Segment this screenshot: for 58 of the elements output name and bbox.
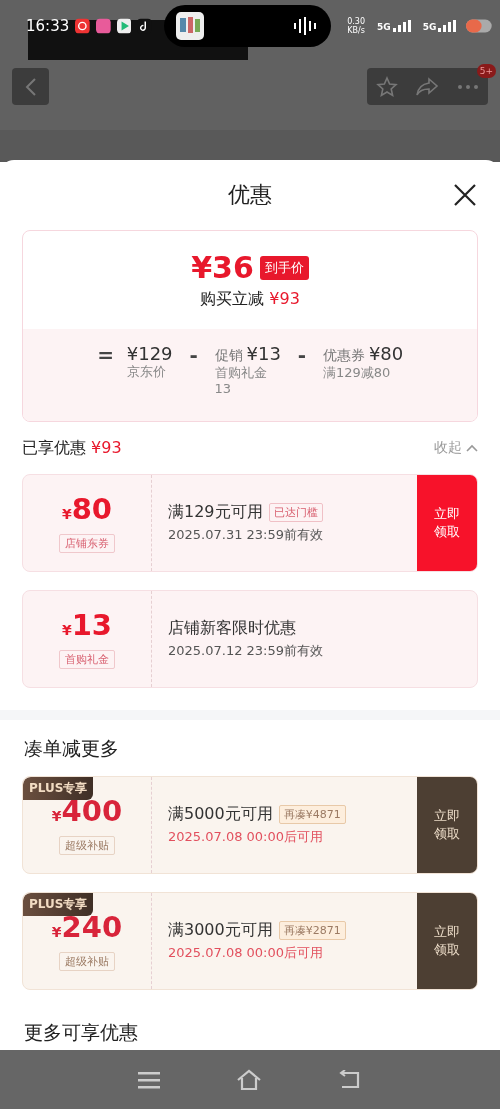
plus-ribbon: PLUS专享 xyxy=(23,777,94,800)
threshold-tag: 再凑¥4871 xyxy=(278,805,346,824)
network-speed-unit: KB/s xyxy=(347,26,365,35)
notification-badge: 5+ xyxy=(476,64,496,78)
saving-text: 购买立减 ¥93 xyxy=(200,289,300,310)
breakdown-amount: 优惠券 ¥80 xyxy=(322,343,404,365)
more-icon[interactable] xyxy=(457,83,480,90)
album-art-icon xyxy=(176,12,204,40)
claim-button[interactable]: 立即领取 xyxy=(417,893,477,989)
share-icon[interactable] xyxy=(415,76,440,97)
enjoyed-discount: 已享优惠 ¥93 xyxy=(22,437,122,459)
coupon-condition: 满129元可用 xyxy=(168,502,263,523)
price-tag: 到手价 xyxy=(259,255,309,280)
section-title: 更多可享优惠 xyxy=(23,1020,139,1045)
network-type: 5G xyxy=(377,22,391,32)
network-type: 5G xyxy=(422,22,437,32)
coupon-condition: 店铺新客限时优惠 xyxy=(168,618,296,639)
sheet-title: 优惠 xyxy=(228,181,272,209)
threshold-tag: 已达门槛 xyxy=(268,503,323,522)
status-time: 16:33 xyxy=(26,17,70,35)
breakdown-note: 首购礼金 13 xyxy=(214,365,268,397)
menu-icon[interactable] xyxy=(138,1070,160,1089)
home-icon[interactable] xyxy=(236,1068,262,1091)
coupon-validity: 2025.07.08 00:00后可用 xyxy=(168,944,325,962)
final-price: ¥36 xyxy=(191,250,254,285)
coupon-type-tag: 超级补贴 xyxy=(59,836,115,855)
breakdown-note: 京东价 xyxy=(126,364,167,380)
breakdown-note: 满129减80 xyxy=(322,365,392,381)
star-icon[interactable] xyxy=(375,75,398,98)
claim-button[interactable]: 立即领取 xyxy=(417,777,477,873)
coupon-validity: 2025.07.31 23:59前有效 xyxy=(168,526,325,544)
operator: - xyxy=(188,343,199,369)
operator: = xyxy=(96,343,115,369)
back-icon[interactable] xyxy=(338,1069,362,1090)
coupon-amount: ¥13 xyxy=(61,609,113,644)
breakdown-amount: ¥129 xyxy=(126,343,173,364)
network-speed: 0.30 xyxy=(347,17,365,26)
coupon-type-tag: 超级补贴 xyxy=(59,952,115,971)
close-icon xyxy=(452,182,478,208)
signal-icon xyxy=(438,20,457,32)
section-title: 凑单减更多 xyxy=(23,736,120,761)
coupon-validity: 2025.07.12 23:59前有效 xyxy=(168,642,325,660)
caret-icon xyxy=(466,444,478,452)
signal-icon xyxy=(392,20,411,32)
coupon-condition: 满3000元可用 xyxy=(168,920,273,941)
close-button[interactable] xyxy=(452,182,478,208)
operator: - xyxy=(296,343,308,369)
plus-ribbon: PLUS专享 xyxy=(23,893,94,916)
coupon-condition: 满5000元可用 xyxy=(168,804,273,825)
claim-button[interactable]: 立即领取 xyxy=(417,475,477,571)
coupon-type-tag: 首购礼金 xyxy=(59,650,115,669)
back-button[interactable] xyxy=(12,68,49,105)
breakdown-amount: 促销 ¥13 xyxy=(214,343,281,365)
coupon-type-tag: 店铺东券 xyxy=(59,534,115,553)
chevron-left-icon xyxy=(23,76,38,97)
threshold-tag: 再凑¥2871 xyxy=(278,921,346,940)
coupon-validity: 2025.07.08 00:00后可用 xyxy=(168,828,325,846)
coupon-amount: ¥80 xyxy=(61,493,113,528)
